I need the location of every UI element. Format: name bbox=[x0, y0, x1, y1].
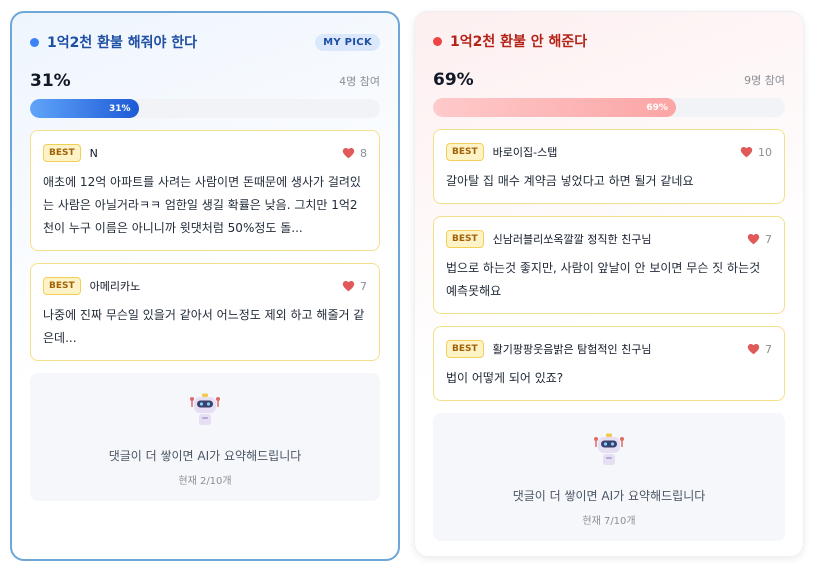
comment-author: 신남러블리쏘옥깔깔 정직한 친구님 bbox=[492, 233, 652, 246]
vote-stats: 69% 9명 참여 bbox=[433, 68, 785, 92]
best-badge: BEST bbox=[43, 277, 81, 295]
vote-stats: 31% 4명 참여 bbox=[30, 69, 380, 93]
comment-card[interactable]: BEST 아메리카노 7 나중에 진짜 무슨일 있을거 같아서 어느정도 제외 … bbox=[30, 263, 380, 361]
comment-author: N bbox=[89, 146, 98, 160]
option-title: 1억2천 환불 안 해준다 bbox=[450, 34, 588, 50]
like-button[interactable]: 10 bbox=[740, 146, 772, 159]
participant-count: 9명 참여 bbox=[744, 74, 785, 87]
vote-progress-fill: 31% bbox=[30, 99, 139, 118]
comment-author: 아메리카노 bbox=[89, 280, 141, 293]
ai-summary-box: 댓글이 더 쌓이면 AI가 요약해드립니다 현재 2/10개 bbox=[30, 373, 380, 501]
best-badge: BEST bbox=[446, 340, 484, 358]
participant-count: 4명 참여 bbox=[339, 75, 380, 88]
comment-text: 나중에 진짜 무슨일 있을거 같아서 어느정도 제외 하고 해줄거 같은데... bbox=[43, 308, 365, 345]
comment-author: 활기팡팡웃음밝은 탐험적인 친구님 bbox=[492, 343, 652, 356]
robot-icon bbox=[594, 433, 624, 465]
comment-card[interactable]: BEST 바로이집-스탭 10 갈아탈 집 매수 계약금 넣었다고 하면 될거 … bbox=[433, 129, 785, 204]
like-button[interactable]: 7 bbox=[342, 280, 367, 293]
option-panel-no-refund[interactable]: 1억2천 환불 안 해준다 69% 9명 참여 69% BEST 바로이집-스탭… bbox=[414, 11, 804, 557]
vote-percent: 69% bbox=[433, 70, 474, 90]
like-button[interactable]: 7 bbox=[747, 343, 772, 356]
ai-summary-message: 댓글이 더 쌓이면 AI가 요약해드립니다 bbox=[108, 449, 302, 463]
comment-text: 애초에 12억 아파트를 사려는 사람이면 돈때문에 생사가 걸려있는 사람은 … bbox=[43, 175, 361, 235]
like-count: 7 bbox=[765, 232, 772, 246]
best-badge: BEST bbox=[446, 143, 484, 161]
like-count: 7 bbox=[765, 342, 772, 356]
ai-summary-box: 댓글이 더 쌓이면 AI가 요약해드립니다 현재 7/10개 bbox=[433, 413, 785, 541]
comment-text: 법이 어떻게 되어 있죠? bbox=[446, 371, 564, 385]
like-count: 7 bbox=[360, 279, 367, 293]
comment-text: 법으로 하는것 좋지만, 사람이 앞날이 안 보이면 무슨 짓 하는것 예측못해… bbox=[446, 261, 761, 298]
heart-icon bbox=[747, 234, 760, 245]
best-badge: BEST bbox=[43, 144, 81, 162]
vote-progress-bar: 31% bbox=[30, 99, 380, 118]
like-button[interactable]: 7 bbox=[747, 233, 772, 246]
like-button[interactable]: 8 bbox=[342, 147, 367, 160]
like-count: 8 bbox=[360, 146, 367, 160]
option-dot-icon bbox=[30, 37, 39, 47]
heart-icon bbox=[342, 281, 355, 292]
heart-icon bbox=[747, 344, 760, 355]
my-pick-badge: MY PICK bbox=[315, 33, 380, 51]
ai-summary-message: 댓글이 더 쌓이면 AI가 요약해드립니다 bbox=[512, 489, 706, 503]
option-panel-refund[interactable]: 1억2천 환불 해줘야 한다 MY PICK 31% 4명 참여 31% BES… bbox=[10, 11, 400, 561]
vote-progress-fill: 69% bbox=[433, 98, 676, 117]
best-badge: BEST bbox=[446, 230, 484, 248]
panel-header: 1억2천 환불 안 해준다 bbox=[433, 30, 785, 52]
vote-percent: 31% bbox=[30, 71, 71, 91]
comment-card[interactable]: BEST 신남러블리쏘옥깔깔 정직한 친구님 7 법으로 하는것 좋지만, 사람… bbox=[433, 216, 785, 314]
comment-card[interactable]: BEST N 8 애초에 12억 아파트를 사려는 사람이면 돈때문에 생사가 … bbox=[30, 130, 380, 251]
option-title: 1억2천 환불 해줘야 한다 bbox=[47, 35, 198, 51]
ai-summary-count: 현재 7/10개 bbox=[582, 516, 636, 527]
panel-header: 1억2천 환불 해줘야 한다 MY PICK bbox=[30, 31, 380, 53]
heart-icon bbox=[740, 147, 753, 158]
vote-progress-bar: 69% bbox=[433, 98, 785, 117]
heart-icon bbox=[342, 148, 355, 159]
comment-text: 갈아탈 집 매수 계약금 넣었다고 하면 될거 같네요 bbox=[446, 174, 694, 188]
comment-card[interactable]: BEST 활기팡팡웃음밝은 탐험적인 친구님 7 법이 어떻게 되어 있죠? bbox=[433, 326, 785, 401]
ai-summary-count: 현재 2/10개 bbox=[178, 476, 232, 487]
comment-author: 바로이집-스탭 bbox=[492, 146, 558, 159]
option-dot-icon bbox=[433, 36, 442, 46]
like-count: 10 bbox=[758, 145, 772, 159]
robot-icon bbox=[190, 393, 220, 425]
